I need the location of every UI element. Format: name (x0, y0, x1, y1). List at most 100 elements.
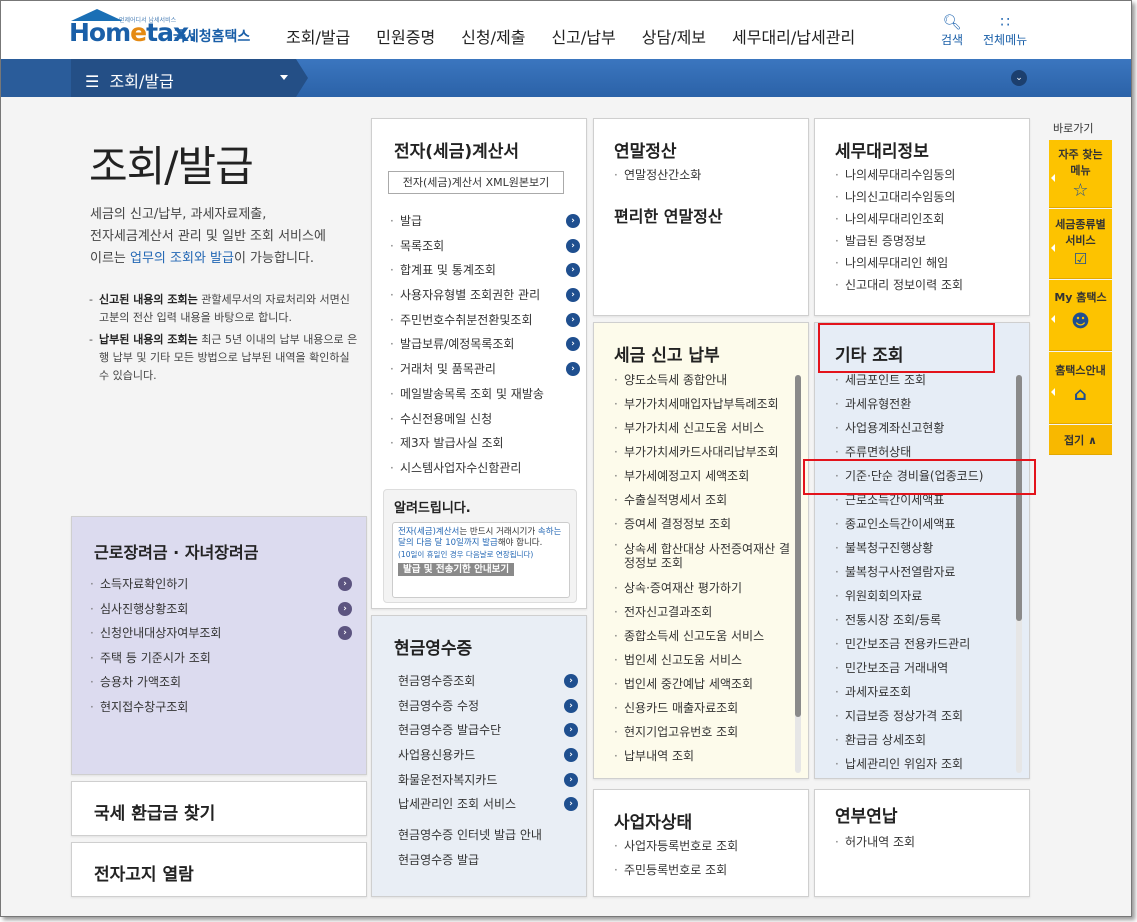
list-item[interactable]: 부가가치세카드사대리납부조회 (614, 442, 794, 466)
list-item[interactable]: 목록조회› (390, 236, 580, 261)
list-item[interactable]: 나의신고대리수임동의 (835, 187, 963, 209)
ebill-card[interactable]: 전자고지 열람 (71, 842, 367, 897)
list-item[interactable]: 위원회회의자료 (835, 586, 1015, 610)
list-item[interactable]: 사업용신용카드› (398, 745, 578, 770)
nav-inquiry[interactable]: 조회/발급 (286, 24, 350, 48)
list-item[interactable]: 법인세 중간예납 세액조회 (614, 674, 794, 698)
list-item[interactable]: 신고대리 정보이력 조회 (835, 275, 963, 297)
list-item[interactable]: 사용자유형별 조회권한 관리› (390, 285, 580, 310)
nav-tax-agent[interactable]: 세무대리/납세관리 (732, 24, 855, 48)
list-item[interactable]: 사업자등록번호로 조회 (614, 836, 738, 860)
list-item[interactable]: 민간보조금 전용카드관리 (835, 634, 1015, 658)
list-item[interactable]: 연말정산간소화 (614, 165, 701, 190)
list-item[interactable]: 납부내역 조회 (614, 746, 794, 770)
list-item[interactable]: 주택 등 기준시가 조회 (90, 648, 352, 673)
tax-filing-scrollbar[interactable] (795, 375, 801, 773)
nav-consult[interactable]: 상담/제보 (642, 24, 706, 48)
list-item[interactable]: 화물운전자복지카드› (398, 770, 578, 795)
expand-chevron-icon[interactable]: ⌄ (1011, 70, 1027, 86)
scroll-thumb[interactable] (795, 375, 801, 717)
list-item[interactable]: 과세자료조회 (835, 682, 1015, 706)
list-item[interactable]: 소득자료확인하기› (90, 574, 352, 599)
list-item[interactable]: 메일발송목록 조회 및 재발송 (390, 384, 580, 409)
list-item[interactable]: 심사진행상황조회› (90, 599, 352, 624)
arrow-right-icon: › (564, 772, 578, 787)
list-item[interactable]: 민간보조금 거래내역 (835, 658, 1015, 682)
list-item[interactable]: 상속·증여재산 평가하기 (614, 578, 794, 602)
quick-tax-types[interactable]: 세금종류별 서비스 ☑ (1049, 209, 1112, 279)
list-item[interactable]: 주민등록번호로 조회 (614, 860, 738, 884)
list-item[interactable]: 발급된 증명정보 (835, 231, 963, 253)
menu-icon: ☰ (85, 72, 110, 91)
list-item[interactable]: 상속세 합산대상 사전증여재산 결정정보 조회 (614, 538, 790, 578)
list-item[interactable]: 신용카드 매출자료조회 (614, 698, 794, 722)
scroll-thumb[interactable] (1016, 375, 1022, 621)
quick-favorites[interactable]: 자주 찾는 메뉴 ☆ (1049, 140, 1112, 208)
notice-content: 전자(세금)계산서는 반드시 거래시기가 속하는 달의 다음 달 10일까지 발… (392, 522, 570, 598)
list-item[interactable]: 현금영수증 수정› (398, 696, 578, 721)
list-item[interactable]: 제3자 발급사실 조회 (390, 433, 580, 458)
list-item[interactable]: 나의세무대리인조회 (835, 209, 963, 231)
refund-title: 국세 환급금 찾기 (94, 804, 216, 824)
cash-link[interactable]: 현금영수증 인터넷 발급 안내 (398, 826, 578, 851)
quick-my-hometax[interactable]: My 홈택스 ☻ (1049, 280, 1112, 351)
list-item[interactable]: 신청안내대상자여부조회› (90, 623, 352, 648)
list-item[interactable]: 양도소득세 종합안내 (614, 370, 794, 394)
list-item[interactable]: 발급› (390, 211, 580, 236)
list-item[interactable]: 지급보증 정상가격 조회 (835, 706, 1015, 730)
nav-certificates[interactable]: 민원증명 (376, 24, 435, 48)
list-item[interactable]: 종교인소득간이세액표 (835, 514, 1015, 538)
list-item[interactable]: 거래처 및 품목관리› (390, 359, 580, 384)
list-item[interactable]: 발급보류/예정목록조회› (390, 334, 580, 359)
list-item[interactable]: 불복청구진행상황 (835, 538, 1015, 562)
list-item[interactable]: 승용차 가액조회 (90, 672, 352, 697)
list-item[interactable]: 나의세무대리인 해임 (835, 253, 963, 275)
yearend-subtitle[interactable]: 편리한 연말정산 (614, 203, 723, 227)
caret-left-icon (1051, 173, 1055, 182)
cash-link[interactable]: 현금영수증 발급 (398, 851, 578, 876)
list-item[interactable]: 납세관리인 위임자 조회 (835, 754, 1015, 778)
all-menu-button[interactable]: ∷ 전체메뉴 (983, 13, 1027, 48)
refund-card[interactable]: 국세 환급금 찾기 (71, 781, 367, 836)
list-item[interactable]: 부가세예정고지 세액조회 (614, 466, 794, 490)
list-item[interactable]: 현금영수증조회› (398, 671, 578, 696)
list-item[interactable]: 전자신고결과조회 (614, 602, 794, 626)
list-item[interactable]: 수신전용메일 신청 (390, 409, 580, 434)
hometax-logo[interactable]: 언제어디서 납세서비스 Hometax. 국세청홈택스 (69, 9, 259, 49)
list-item[interactable]: 부가가치세 신고도움 서비스 (614, 418, 794, 442)
etc-scrollbar[interactable] (1016, 375, 1022, 773)
list-item[interactable]: 과세유형전환 (835, 394, 1015, 418)
search-button[interactable]: 🔍︎ 검색 (941, 13, 963, 48)
list-item[interactable]: 전통시장 조회/등록 (835, 610, 1015, 634)
list-item[interactable]: 사업용계좌신고현황 (835, 418, 1015, 442)
list-item[interactable]: 납세관리인 조회 서비스› (398, 794, 578, 819)
list-item[interactable]: 합계표 및 통계조회› (390, 260, 580, 285)
list-item[interactable]: 환급금 상세조회 (835, 730, 1015, 754)
list-item[interactable]: 부가가치세매입자납부특례조회 (614, 394, 794, 418)
list-item[interactable]: 종합소득세 신고도움 서비스 (614, 626, 794, 650)
deadline-guide-button[interactable]: 발급 및 전송기한 안내보기 (398, 563, 515, 576)
breadcrumb-dropdown[interactable]: ☰ 조회/발급 (71, 59, 296, 97)
arrow-right-icon: › (566, 288, 580, 303)
nav-apply[interactable]: 신청/제출 (461, 24, 525, 48)
list-item[interactable]: 시스템사업자수신함관리 (390, 458, 580, 483)
list-item[interactable]: 수출실적명세서 조회 (614, 490, 794, 514)
quick-guide[interactable]: 홈택스안내 ⌂ (1049, 352, 1112, 424)
installment-title: 연부연납 (835, 807, 898, 827)
list-item[interactable]: 증여세 결정정보 조회 (614, 514, 794, 538)
list-item[interactable]: 나의세무대리수임동의 (835, 165, 963, 187)
nav-file-pay[interactable]: 신고/납부 (551, 24, 615, 48)
list-item[interactable]: 현지접수창구조회 (90, 697, 352, 722)
list-item[interactable]: 현금영수증 발급수단› (398, 720, 578, 745)
list-item[interactable]: 주민번호수취분전환및조회› (390, 310, 580, 335)
list-item[interactable]: 법인세 신고도움 서비스 (614, 650, 794, 674)
list-item[interactable]: 불복청구사전열람자료 (835, 562, 1015, 586)
tax-filing-title: 세금 신고 납부 (614, 346, 720, 366)
list-item[interactable]: 세금포인트 조회 (835, 370, 1015, 394)
quick-label: My 홈택스 (1054, 291, 1107, 304)
list-item[interactable]: 허가내역 조회 (835, 832, 915, 856)
list-item[interactable]: 현지기업고유번호 조회 (614, 722, 794, 746)
arrow-right-icon: › (566, 214, 580, 228)
xml-view-button[interactable]: 전자(세금)계산서 XML원본보기 (388, 171, 564, 194)
quick-fold-button[interactable]: 접기 ∧ (1049, 425, 1112, 455)
